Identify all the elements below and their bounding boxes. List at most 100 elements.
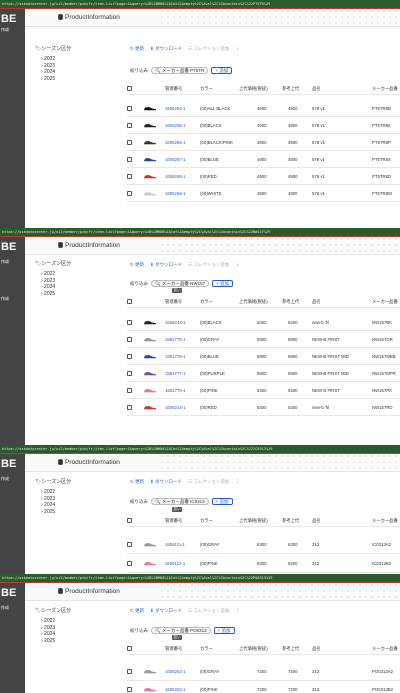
column-header[interactable]: 管理番号 xyxy=(165,299,182,305)
column-header[interactable]: メーカー品番 xyxy=(372,86,398,92)
row-checkbox[interactable] xyxy=(127,687,132,692)
sidebar-item-create[interactable]: 作成 xyxy=(1,259,9,265)
column-header[interactable]: 品名 xyxy=(312,299,321,305)
table-row[interactable]: 1606265-1 (00)BLACK 4900 4900 578 v1 PT5TR8K xyxy=(127,117,400,134)
table-row[interactable]: 1591776-1 (00)BLUE 5900 5900 NEW-B FIRST MID… xyxy=(127,348,400,365)
table-row[interactable]: 1606267-1 (00)BLUE 4900 4900 578 v1 PT5TR8S xyxy=(127,151,400,168)
product-id-link[interactable]: 1606243-1 xyxy=(165,405,186,410)
row-checkbox[interactable] xyxy=(127,337,132,342)
product-id-link[interactable]: 1606266-1 xyxy=(165,140,186,145)
sidebar-item-create[interactable]: 作成 xyxy=(1,605,9,611)
column-header[interactable]: 参考上代 xyxy=(282,518,299,524)
table-row[interactable]: 1606268-1 (00)RED 4900 4900 578 v1 PT5TR8D xyxy=(127,168,400,185)
add-collection-button[interactable]: ☰ コレクション追加 xyxy=(188,608,229,613)
table-row[interactable]: 1606266-1 (00)BLACK/PINK 4900 4900 578 v1 PT5… xyxy=(127,134,400,151)
table-row[interactable]: 1606243-1 (00)RED 5400 5400 new-b 'hl NW157RD xyxy=(127,399,400,416)
table-row[interactable]: 1606269-1 (00)WHITE 4900 4900 578 v1 PT5TR8W xyxy=(127,185,400,202)
select-all-checkbox[interactable] xyxy=(127,646,132,651)
filter-chip[interactable]: 🔍 メーカー品番 NW157 xyxy=(151,280,210,287)
table-row[interactable]: 1591777-1 (00)PURPLE 5900 5900 NEW-B FIRST M… xyxy=(127,365,400,382)
column-header[interactable]: カラー xyxy=(200,299,213,305)
column-header[interactable]: 管理番号 xyxy=(165,518,182,524)
select-all-checkbox[interactable] xyxy=(127,86,132,91)
product-id-link[interactable]: 1606112-1 xyxy=(165,561,185,566)
add-filter-button[interactable]: + 追加 xyxy=(213,627,235,634)
product-id-link[interactable]: 1606263-1 xyxy=(165,687,186,692)
row-checkbox[interactable] xyxy=(127,320,132,325)
column-header[interactable]: メーカー品番 xyxy=(372,299,398,305)
column-header[interactable]: メーカー品番 xyxy=(372,646,398,652)
add-collection-button[interactable]: ☰ コレクション追加 xyxy=(188,46,229,51)
sidebar-item-create[interactable]: 作成 xyxy=(1,296,9,302)
season-year-item[interactable]: › 2025 xyxy=(35,291,71,298)
download-button[interactable]: ⬇ ダウンロード xyxy=(150,262,182,267)
row-checkbox[interactable] xyxy=(127,561,132,566)
add-filter-button[interactable]: + 追加 xyxy=(211,67,233,74)
refresh-button[interactable]: ↻ 更新 xyxy=(130,479,144,484)
add-filter-button[interactable]: + 追加 xyxy=(212,280,233,287)
table-row[interactable]: 1606264-1 (00)ALL BLACK 4900 4900 578 v1 PT5T… xyxy=(127,100,400,117)
select-all-checkbox[interactable] xyxy=(127,299,132,304)
column-header[interactable]: 参考上代 xyxy=(282,299,299,305)
column-header[interactable]: 品名 xyxy=(312,518,321,524)
download-button[interactable]: ⬇ ダウンロード xyxy=(150,46,182,51)
column-header[interactable]: カラー xyxy=(200,646,213,652)
product-id-link[interactable]: 1606268-1 xyxy=(165,174,186,179)
row-checkbox[interactable] xyxy=(127,123,132,128)
column-header[interactable]: 品名 xyxy=(312,86,321,92)
column-header[interactable]: 管理番号 xyxy=(165,646,182,652)
filter-chip[interactable]: 🔍 メーカー品番 IC0313 xyxy=(151,498,209,505)
column-header[interactable]: 上代価格(税抜) xyxy=(239,86,268,92)
row-checkbox[interactable] xyxy=(127,157,132,162)
product-id-link[interactable]: 1591779-1 xyxy=(165,388,186,393)
column-header[interactable]: メーカー品番 xyxy=(372,518,398,524)
row-checkbox[interactable] xyxy=(127,542,132,547)
download-button[interactable]: ⬇ ダウンロード xyxy=(150,479,182,484)
select-all-checkbox[interactable] xyxy=(127,518,132,523)
more-icon[interactable]: ⋮ xyxy=(235,479,240,484)
row-checkbox[interactable] xyxy=(127,140,132,145)
column-header[interactable]: カラー xyxy=(200,518,213,524)
column-header[interactable]: 上代価格(税抜) xyxy=(239,518,268,524)
column-header[interactable]: 管理番号 xyxy=(165,86,182,92)
refresh-button[interactable]: ↻ 更新 xyxy=(130,46,144,51)
product-id-link[interactable]: 1606265-1 xyxy=(165,123,186,128)
column-header[interactable]: 参考上代 xyxy=(282,86,299,92)
row-checkbox[interactable] xyxy=(127,371,132,376)
table-row[interactable]: 1606262-1 (00)GRAY 7200 7200 313 PO0313A2 xyxy=(127,663,400,681)
row-checkbox[interactable] xyxy=(127,174,132,179)
add-collection-button[interactable]: ☰ コレクション追加 xyxy=(188,479,229,484)
column-header[interactable]: カラー xyxy=(200,86,213,92)
season-year-item[interactable]: › 2025 xyxy=(35,76,71,83)
row-checkbox[interactable] xyxy=(127,106,132,111)
more-icon[interactable]: ⋮ xyxy=(235,608,240,613)
refresh-button[interactable]: ↻ 更新 xyxy=(130,262,144,267)
product-id-link[interactable]: 1591776-1 xyxy=(165,354,186,359)
address-bar[interactable]: https://sskdatacenter.jp/ui2/member/pim/… xyxy=(0,445,400,453)
address-bar[interactable]: https://sskdatacenter.jp/ui2/member/pim/… xyxy=(0,574,400,582)
product-id-link[interactable]: 1606111-1 xyxy=(165,542,185,547)
product-id-link[interactable]: 1606269-1 xyxy=(165,191,186,196)
address-bar[interactable]: https://sskdatacenter.jp/ui2/member/pim/… xyxy=(0,228,400,236)
more-icon[interactable]: ⋮ xyxy=(235,46,240,51)
address-bar[interactable]: https://sskdatacenter.jp/ui2/member/pim/… xyxy=(0,0,400,8)
column-header[interactable]: 参考上代 xyxy=(282,646,299,652)
table-row[interactable]: 1606244-1 (00)BLACK 5400 5400 new-b 'hl NW157… xyxy=(127,314,400,331)
product-id-link[interactable]: 1591776-1 xyxy=(165,337,186,342)
product-id-link[interactable]: 1606244-1 xyxy=(165,320,186,325)
column-header[interactable]: 上代価格(税抜) xyxy=(239,299,268,305)
row-checkbox[interactable] xyxy=(127,669,132,674)
table-row[interactable]: 1606111-1 (00)GRAY 6300 6300 313 IC0313A2 xyxy=(127,535,400,554)
table-row[interactable]: 1591779-1 (00)PINK 5400 5400 NEW-B FIRST NW15… xyxy=(127,382,400,399)
product-id-link[interactable]: 1606264-1 xyxy=(165,106,186,111)
season-year-item[interactable]: › 2025 xyxy=(35,638,71,645)
refresh-button[interactable]: ↻ 更新 xyxy=(130,608,144,613)
table-row[interactable]: 1591776-1 (00)GRAY 5900 5900 NEW-B FIRST NW15… xyxy=(127,331,400,348)
row-checkbox[interactable] xyxy=(127,354,132,359)
product-id-link[interactable]: 1591777-1 xyxy=(165,371,186,376)
product-id-link[interactable]: 1606267-1 xyxy=(165,157,186,162)
filter-chip[interactable]: 🔍 メーカー品番 PT5TR xyxy=(151,67,209,74)
table-row[interactable]: 1606112-1 (00)PINK 6300 6300 313 IC0313B2 xyxy=(127,554,400,573)
sidebar-item-create[interactable]: 作成 xyxy=(1,27,9,33)
add-collection-button[interactable]: ☰ コレクション追加 xyxy=(188,262,229,267)
